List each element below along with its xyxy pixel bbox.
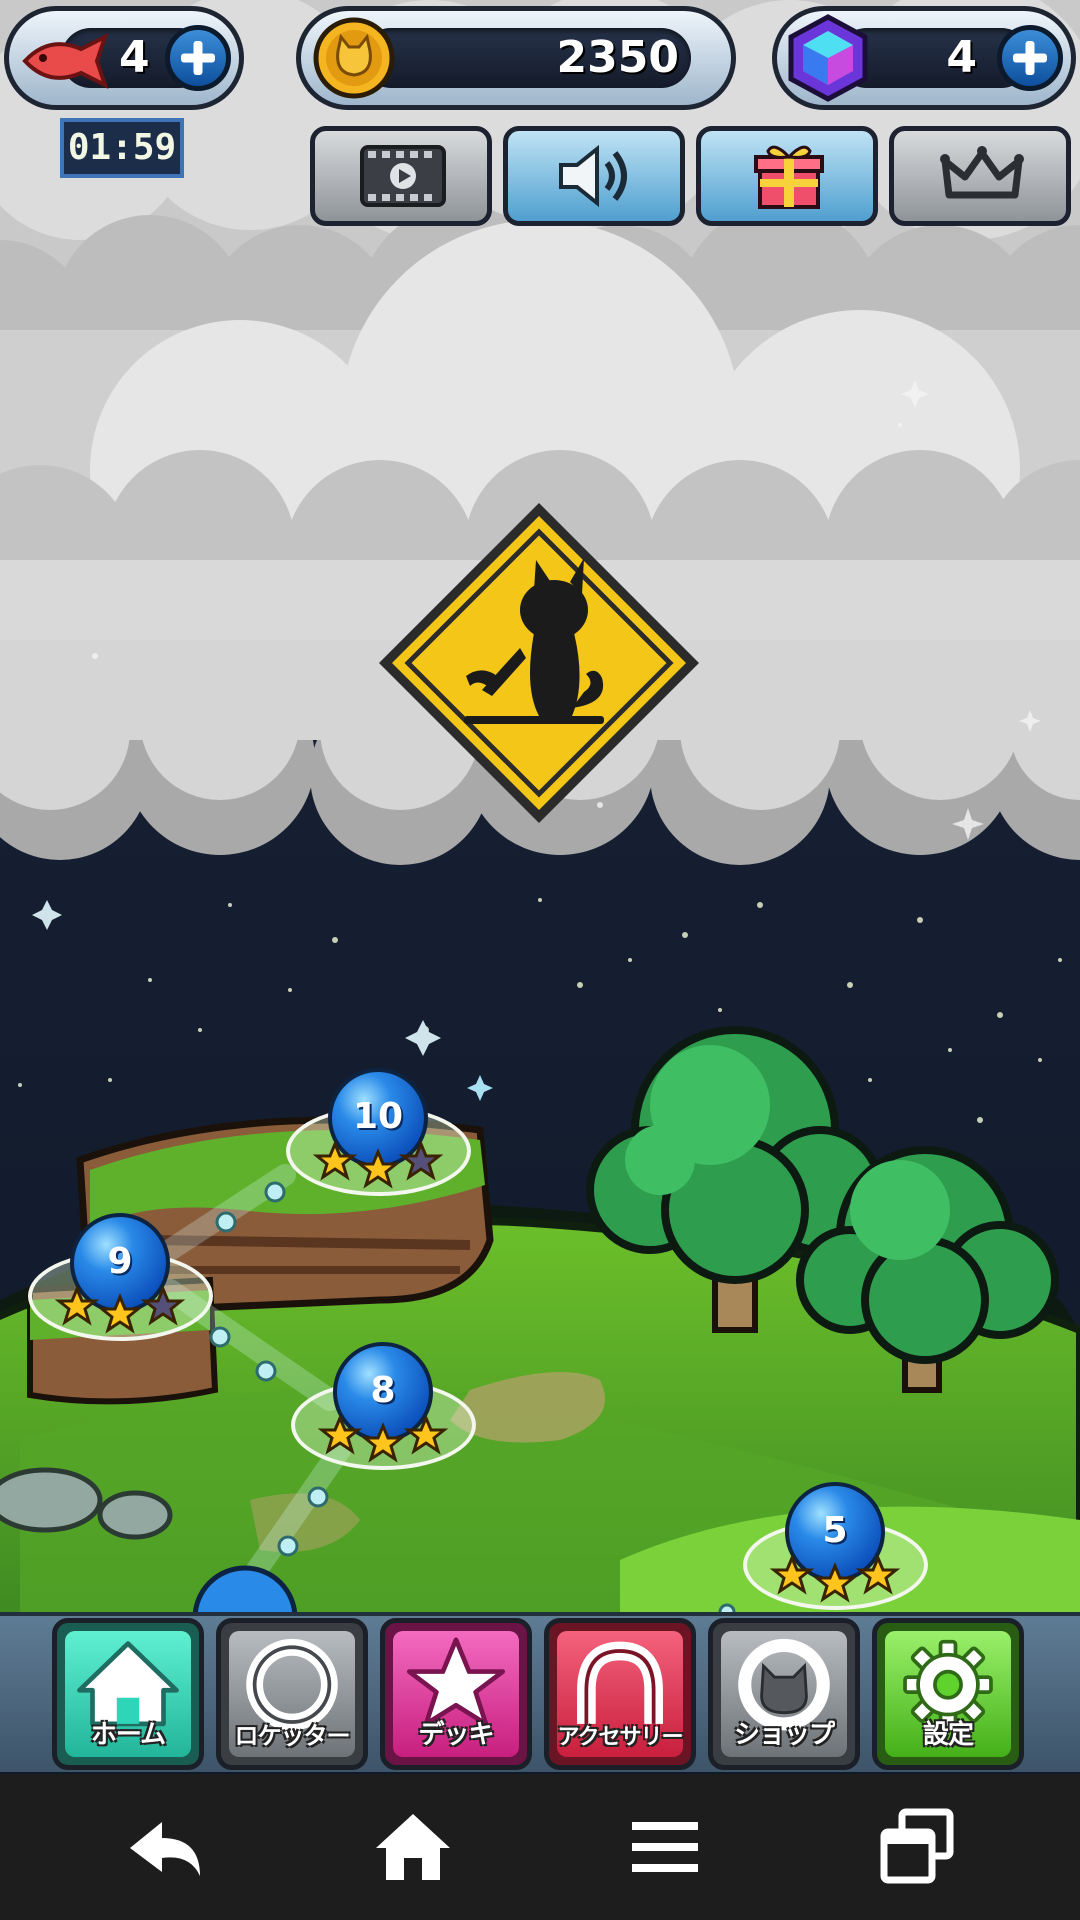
video-button[interactable] <box>310 126 492 226</box>
menu-deck-button[interactable]: デッキ <box>380 1618 532 1770</box>
speaker-icon <box>559 144 627 208</box>
gift-icon <box>754 145 824 209</box>
refill-timer: 01:59 <box>60 118 184 178</box>
level-stars <box>54 1285 186 1334</box>
menu-icon[interactable] <box>610 1792 720 1902</box>
level-node[interactable]: 9 <box>28 1213 213 1343</box>
level-number: 9 <box>107 1241 133 1282</box>
gem-count: 4 <box>946 32 977 83</box>
home-icon[interactable] <box>358 1792 468 1902</box>
level-node[interactable]: 10 <box>286 1068 471 1198</box>
menu-deck-label: デッキ <box>418 1720 494 1750</box>
menu-shop-button[interactable]: ショップ <box>708 1618 860 1770</box>
system-nav-bar <box>0 1774 1080 1920</box>
recents-icon[interactable] <box>862 1792 972 1902</box>
menu-shop-label: ショップ <box>733 1720 835 1750</box>
cat-coin-icon <box>313 17 395 99</box>
level-stars <box>312 1140 444 1189</box>
fish-count: 4 <box>119 32 150 83</box>
sound-button[interactable] <box>503 126 685 226</box>
level-number: 8 <box>370 1370 396 1411</box>
menu-accessory-label: アクセサリー <box>557 1725 684 1750</box>
gem-icon <box>788 14 868 102</box>
menu-accessory-button[interactable]: アクセサリー <box>544 1618 696 1770</box>
crown-icon <box>940 146 1024 199</box>
menu-rocketer-button[interactable]: ロケッター <box>216 1618 368 1770</box>
add-gem-button[interactable] <box>997 25 1063 91</box>
fish-counter: 4 <box>4 6 244 110</box>
gem-counter: 4 <box>772 6 1076 110</box>
menu-home-label: ホーム <box>90 1720 166 1750</box>
construction-cat-sign-icon <box>379 503 699 823</box>
menu-settings-button[interactable]: 設定 <box>872 1618 1024 1770</box>
back-icon[interactable] <box>108 1792 218 1902</box>
menu-rocketer-label: ロケッター <box>234 1722 351 1750</box>
level-number: 10 <box>352 1096 404 1137</box>
level-node[interactable]: 8 <box>291 1342 476 1472</box>
ranking-button[interactable] <box>889 126 1071 226</box>
menu-settings-label: 設定 <box>922 1720 974 1750</box>
add-fish-button[interactable] <box>165 25 231 91</box>
game-screen: 4 01:59 2350 4 10 9 8 5 ホーム ロケッター デッキ アク… <box>0 0 1080 1920</box>
gift-button[interactable] <box>696 126 878 226</box>
menu-home-button[interactable]: ホーム <box>52 1618 204 1770</box>
level-node[interactable]: 5 <box>743 1482 928 1612</box>
level-stars <box>769 1554 901 1603</box>
fish-icon <box>22 33 109 89</box>
level-stars <box>317 1414 449 1463</box>
film-play-icon <box>360 145 446 207</box>
coin-counter: 2350 <box>296 6 736 110</box>
coin-count: 2350 <box>556 32 679 83</box>
level-number: 5 <box>822 1510 848 1551</box>
